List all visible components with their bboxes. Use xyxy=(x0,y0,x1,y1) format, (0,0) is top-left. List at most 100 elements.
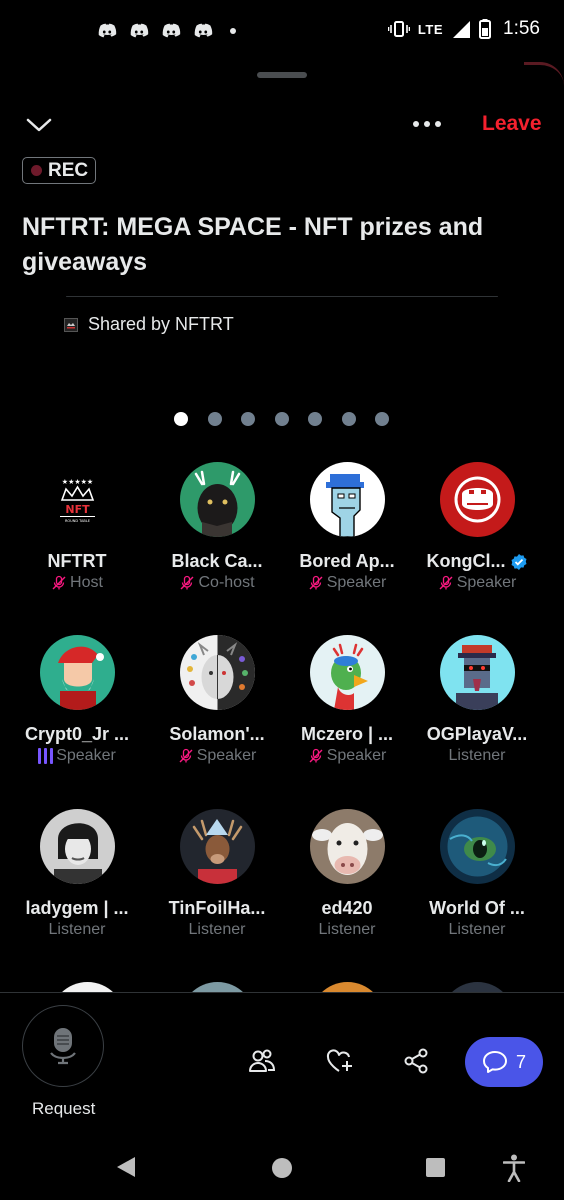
participant[interactable]: World Of ... Listener xyxy=(412,809,542,939)
sheet-drag-handle[interactable] xyxy=(257,72,307,78)
avatar xyxy=(179,809,255,884)
request-mic-button[interactable] xyxy=(22,1005,104,1087)
recording-badge: REC xyxy=(22,157,97,184)
participant-role: Speaker xyxy=(308,747,386,765)
status-bar: LTE 1:56 xyxy=(0,0,564,64)
page-dot[interactable] xyxy=(274,412,289,426)
mic-off-icon xyxy=(180,575,194,590)
avatar xyxy=(309,809,385,884)
participant-name: Solamon'... xyxy=(169,724,265,744)
participant-role: Listener xyxy=(48,921,106,938)
discord-icon xyxy=(194,23,213,38)
participant-name: NFTRT xyxy=(47,551,107,571)
participant-role: Co-host xyxy=(179,574,255,592)
notification-icons xyxy=(96,20,236,42)
mic-off-icon xyxy=(309,575,323,590)
nftrt-logo-icon xyxy=(64,317,78,332)
shared-by-row[interactable]: Shared by NFTRT xyxy=(64,314,234,335)
avatar xyxy=(39,809,115,884)
discord-icon xyxy=(98,23,117,38)
comments-count: 7 xyxy=(515,1051,526,1072)
participant[interactable]: ed420 Listener xyxy=(282,809,412,939)
collapse-button[interactable] xyxy=(22,108,56,142)
participant[interactable]: TinFoilHa... Listener xyxy=(152,809,282,939)
participant-name: Crypt0_Jr ... xyxy=(24,724,130,744)
avatar xyxy=(179,462,255,537)
avatar xyxy=(309,462,385,537)
participant-role: Listener xyxy=(188,921,246,938)
participant-role: Host xyxy=(51,574,103,592)
page-dot[interactable] xyxy=(375,412,389,426)
rec-label: REC xyxy=(48,159,89,181)
participant-role: Speaker xyxy=(438,574,516,592)
comment-bubble-icon xyxy=(482,1051,507,1073)
page-dot[interactable] xyxy=(174,412,188,426)
svg-text:★★★★★: ★★★★★ xyxy=(61,478,92,486)
accessibility-icon[interactable] xyxy=(503,1154,525,1182)
participants-button[interactable] xyxy=(248,1047,276,1075)
participant[interactable]: ★★★★★ NFT ROUND TABLE NFTRT Host xyxy=(12,462,142,592)
record-dot-icon xyxy=(31,165,42,176)
system-navigation-bar xyxy=(0,1140,564,1200)
participant-role: Listener xyxy=(318,921,376,938)
people-icon xyxy=(249,1049,276,1072)
clock: 1:56 xyxy=(503,18,540,39)
corner-decoration xyxy=(524,62,564,86)
participant-name: ladygem | ... xyxy=(25,898,129,918)
page-dot[interactable] xyxy=(241,412,255,426)
mic-off-icon xyxy=(179,748,193,763)
participant[interactable]: ladygem | ... Listener xyxy=(12,809,142,939)
participant-role: Listener xyxy=(448,747,506,764)
space-title: NFTRT: MEGA SPACE - NFT prizes and givea… xyxy=(22,213,484,276)
participant-role: Speaker xyxy=(308,574,386,592)
participant-name: ed420 xyxy=(321,898,373,918)
leave-button[interactable]: Leave xyxy=(482,112,542,136)
system-status: LTE 1:56 xyxy=(387,18,540,40)
avatar xyxy=(309,635,385,710)
avatar: ★★★★★ NFT ROUND TABLE xyxy=(39,462,115,537)
request-label: Request xyxy=(32,1099,96,1118)
bottom-bar: Request 7 xyxy=(0,992,564,1132)
back-icon[interactable] xyxy=(116,1156,136,1178)
verified-badge-icon xyxy=(511,553,526,570)
participant[interactable]: Black Ca... Co-host xyxy=(152,462,282,592)
participant-name: Mczero | ... xyxy=(300,724,394,744)
participant-name: Black Ca... xyxy=(171,551,263,571)
signal-icon xyxy=(453,21,471,38)
home-icon[interactable] xyxy=(272,1158,292,1178)
svg-text:ROUND TABLE: ROUND TABLE xyxy=(65,519,90,523)
participant-name: OGPlayaV... xyxy=(426,724,528,744)
participant[interactable]: OGPlayaV... Listener xyxy=(412,635,542,765)
speaking-indicator-icon xyxy=(38,748,54,764)
participant[interactable]: Crypt0_Jr ... Speaker xyxy=(12,635,142,765)
participant-role: Listener xyxy=(448,921,506,938)
share-button[interactable] xyxy=(402,1047,430,1075)
heart-plus-icon xyxy=(326,1049,352,1072)
page-dot[interactable] xyxy=(207,412,222,426)
avatar xyxy=(439,809,515,884)
react-button[interactable] xyxy=(326,1047,354,1075)
participant[interactable]: Bored Ap... Speaker xyxy=(282,462,412,592)
comments-button[interactable]: 7 xyxy=(465,1037,543,1087)
mic-off-icon xyxy=(309,748,323,763)
more-notifications-dot xyxy=(230,28,236,34)
mic-off-icon xyxy=(439,575,453,590)
participant[interactable]: KongCl... Speaker xyxy=(412,462,542,592)
page-dot[interactable] xyxy=(341,412,356,426)
participant-name: Bored Ap... xyxy=(299,551,395,571)
more-options-button[interactable] xyxy=(410,114,444,134)
shared-by-label: Shared by NFTRT xyxy=(88,314,234,334)
participant-name: TinFoilHa... xyxy=(168,898,266,918)
network-type: LTE xyxy=(417,21,444,37)
discord-icon xyxy=(130,23,149,38)
avatar xyxy=(39,635,115,710)
page-dot[interactable] xyxy=(308,412,322,426)
microphone-icon xyxy=(50,1028,76,1065)
participant[interactable]: Mczero | ... Speaker xyxy=(282,635,412,765)
participant-role: Speaker xyxy=(38,747,116,765)
participant[interactable]: Solamon'... Speaker xyxy=(152,635,282,765)
mic-off-icon xyxy=(52,575,66,590)
participant-name: World Of ... xyxy=(429,898,525,918)
recents-icon[interactable] xyxy=(426,1158,445,1177)
avatar xyxy=(439,462,515,537)
